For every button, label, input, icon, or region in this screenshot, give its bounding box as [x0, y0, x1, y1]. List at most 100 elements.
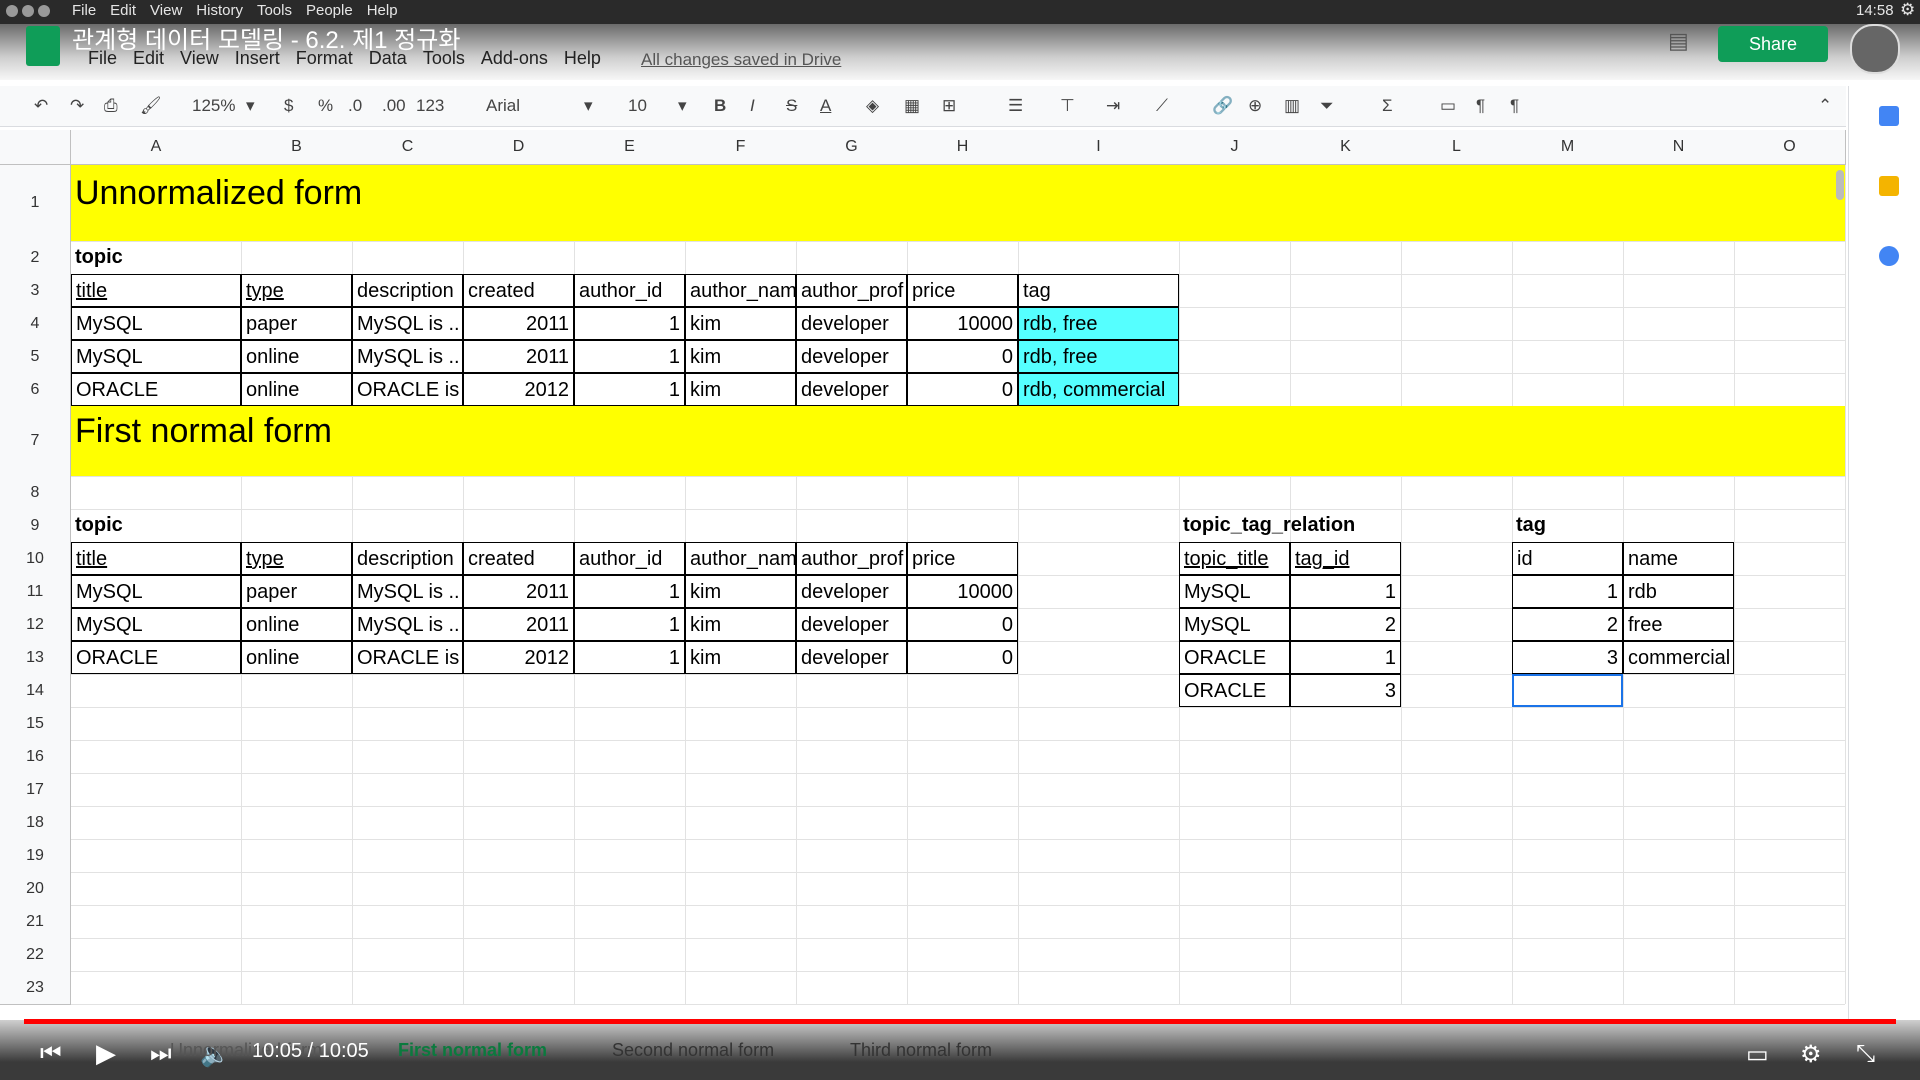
column-header-f[interactable]: F: [685, 130, 797, 165]
table-cell[interactable]: 1: [1512, 575, 1623, 608]
os-menu-help[interactable]: Help: [367, 2, 398, 19]
header-cell[interactable]: topic_title: [1179, 542, 1290, 575]
menu-data[interactable]: Data: [369, 48, 407, 68]
chevron-down-icon[interactable]: ▾: [584, 94, 593, 118]
table-cell[interactable]: developer: [796, 608, 907, 641]
table-cell[interactable]: 3: [1290, 674, 1401, 707]
row-header-10[interactable]: 10: [0, 542, 71, 576]
row-header-15[interactable]: 15: [0, 707, 71, 741]
row-header-17[interactable]: 17: [0, 773, 71, 807]
header-cell[interactable]: author_prof: [796, 542, 907, 575]
row-header-2[interactable]: 2: [0, 241, 71, 275]
table-cell[interactable]: developer: [796, 575, 907, 608]
header-cell[interactable]: author_nam: [685, 542, 796, 575]
table-cell[interactable]: ORACLE is: [352, 373, 463, 406]
table-cell[interactable]: developer: [796, 373, 907, 406]
column-header-o[interactable]: O: [1734, 130, 1846, 165]
table-cell[interactable]: ORACLE: [1179, 674, 1290, 707]
paragraph-ltr-icon[interactable]: ¶: [1476, 94, 1485, 118]
row-header-21[interactable]: 21: [0, 905, 71, 939]
table-cell[interactable]: kim: [685, 373, 796, 406]
table-cell[interactable]: online: [241, 608, 352, 641]
header-cell[interactable]: author_id: [574, 542, 685, 575]
table-cell[interactable]: 0: [907, 608, 1018, 641]
column-header-c[interactable]: C: [352, 130, 464, 165]
column-header-d[interactable]: D: [463, 130, 575, 165]
table-cell[interactable]: developer: [796, 340, 907, 373]
table-cell[interactable]: 1: [574, 373, 685, 406]
row-header-5[interactable]: 5: [0, 340, 71, 374]
table-cell[interactable]: kim: [685, 307, 796, 340]
table-cell[interactable]: 10000: [907, 307, 1018, 340]
sheets-logo-icon[interactable]: [26, 26, 60, 66]
previous-icon[interactable]: ⏮: [40, 1040, 62, 1068]
align-left-icon[interactable]: ☰: [1008, 94, 1023, 118]
row-header-16[interactable]: 16: [0, 740, 71, 774]
table-cell[interactable]: MySQL: [1179, 575, 1290, 608]
table-cell[interactable]: MySQL is ..: [352, 307, 463, 340]
table-cell[interactable]: 1: [1290, 575, 1401, 608]
collapse-icon[interactable]: ⌃: [1818, 94, 1832, 118]
os-menu-people[interactable]: People: [306, 2, 353, 19]
avatar[interactable]: [1850, 24, 1900, 74]
os-menu-tools[interactable]: Tools: [257, 2, 292, 19]
header-cell[interactable]: author_id: [574, 274, 685, 307]
column-header-k[interactable]: K: [1290, 130, 1402, 165]
header-cell[interactable]: description: [352, 542, 463, 575]
row-header-8[interactable]: 8: [0, 476, 71, 510]
calendar-icon[interactable]: [1879, 106, 1899, 126]
os-menu-history[interactable]: History: [196, 2, 243, 19]
table-cell[interactable]: 2012: [463, 641, 574, 674]
column-header-n[interactable]: N: [1623, 130, 1735, 165]
more-formats-button[interactable]: 123: [416, 94, 444, 118]
chart-icon[interactable]: ▥: [1284, 94, 1300, 118]
percent-button[interactable]: %: [318, 94, 333, 118]
table-cell[interactable]: free: [1623, 608, 1734, 641]
table-cell[interactable]: 2011: [463, 608, 574, 641]
menu-view[interactable]: View: [180, 48, 219, 68]
table-cell[interactable]: paper: [241, 307, 352, 340]
os-menu-view[interactable]: View: [150, 2, 182, 19]
table-cell[interactable]: online: [241, 641, 352, 674]
chevron-down-icon[interactable]: ▾: [246, 94, 255, 118]
table-cell[interactable]: MySQL is ..: [352, 340, 463, 373]
table-cell[interactable]: 0: [907, 340, 1018, 373]
column-header-b[interactable]: B: [241, 130, 353, 165]
column-header-e[interactable]: E: [574, 130, 686, 165]
table-cell[interactable]: 2011: [463, 340, 574, 373]
table-cell[interactable]: kim: [685, 641, 796, 674]
column-header-j[interactable]: J: [1179, 130, 1291, 165]
menu-help[interactable]: Help: [564, 48, 601, 68]
font-select[interactable]: Arial: [486, 94, 520, 118]
table-cell[interactable]: kim: [685, 340, 796, 373]
table-cell[interactable]: 10000: [907, 575, 1018, 608]
vertical-scrollbar[interactable]: [1836, 170, 1844, 200]
banner-first-normal[interactable]: First normal form: [71, 406, 1845, 476]
header-cell[interactable]: type: [241, 274, 352, 307]
row-header-23[interactable]: 23: [0, 971, 71, 1005]
comment-add-icon[interactable]: ⊕: [1248, 94, 1262, 118]
header-cell[interactable]: price: [907, 274, 1018, 307]
currency-button[interactable]: $: [284, 94, 293, 118]
table-cell[interactable]: ORACLE is: [352, 641, 463, 674]
print-icon[interactable]: ⎙: [104, 94, 118, 118]
table-cell[interactable]: MySQL: [71, 608, 241, 641]
row-header-1[interactable]: 1: [0, 165, 71, 242]
strikethrough-button[interactable]: S: [786, 94, 797, 118]
row-header-18[interactable]: 18: [0, 806, 71, 840]
row-header-3[interactable]: 3: [0, 274, 71, 308]
header-cell[interactable]: tag_id: [1290, 542, 1401, 575]
column-header-l[interactable]: L: [1401, 130, 1513, 165]
header-cell[interactable]: name: [1623, 542, 1734, 575]
row-header-14[interactable]: 14: [0, 674, 71, 708]
print-area-icon[interactable]: ▭: [1440, 94, 1456, 118]
selected-cell[interactable]: [1512, 674, 1623, 707]
subtitles-icon[interactable]: ▭: [1746, 1040, 1769, 1069]
column-header-i[interactable]: I: [1018, 130, 1180, 165]
os-menu-file[interactable]: File: [72, 2, 96, 19]
comments-icon[interactable]: ▤: [1668, 28, 1689, 54]
table-cell[interactable]: ORACLE: [1179, 641, 1290, 674]
fill-color-icon[interactable]: ◈: [866, 94, 879, 118]
table-cell[interactable]: 1: [1290, 641, 1401, 674]
fullscreen-exit-icon[interactable]: ⤡: [1856, 1040, 1875, 1068]
